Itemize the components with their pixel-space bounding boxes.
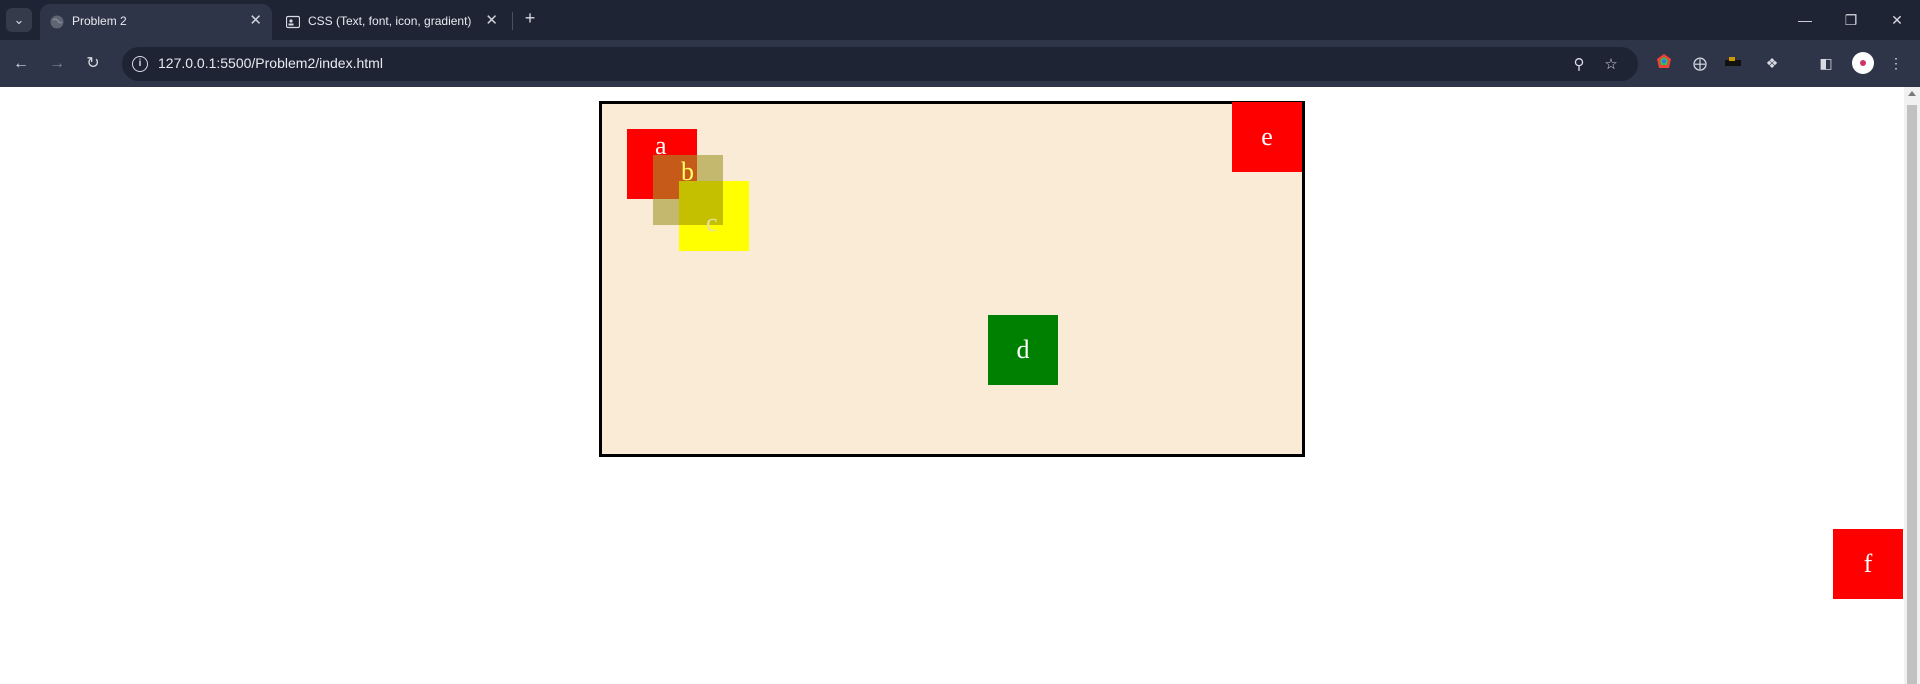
- side-panel-icon[interactable]: ◧: [1816, 53, 1836, 73]
- address-bar[interactable]: i 127.0.0.1:5500/Problem2/index.html ⚲ ☆: [122, 47, 1638, 81]
- tab-css-text-font[interactable]: CSS (Text, font, icon, gradient) ✕: [276, 4, 508, 40]
- vertical-scrollbar[interactable]: [1904, 87, 1920, 684]
- tab-title: Problem 2: [72, 14, 127, 28]
- url-text[interactable]: 127.0.0.1:5500/Problem2/index.html: [158, 55, 383, 71]
- page-viewport: a b c d e f: [0, 87, 1920, 684]
- minimize-icon: —: [1798, 12, 1812, 28]
- star-icon[interactable]: ☆: [1602, 56, 1620, 74]
- restore-button[interactable]: ❐: [1836, 8, 1866, 32]
- arrow-left-icon: ←: [13, 55, 29, 72]
- compass-icon[interactable]: ⨁: [1690, 53, 1710, 73]
- puzzle-icon[interactable]: ❖: [1762, 53, 1782, 73]
- browser-toolbar: ← → ↻ i 127.0.0.1:5500/Problem2/index.ht…: [0, 40, 1920, 87]
- zoom-icon[interactable]: ⚲: [1570, 56, 1588, 74]
- new-tab-button[interactable]: +: [520, 9, 540, 29]
- tab-problem-2[interactable]: Problem 2 ✕: [40, 4, 272, 40]
- container-box: a b c d e: [599, 101, 1305, 457]
- back-button[interactable]: ←: [8, 51, 34, 77]
- close-icon[interactable]: ✕: [485, 12, 498, 30]
- tab-title: CSS (Text, font, icon, gradient): [308, 14, 472, 28]
- box-f: f: [1833, 529, 1903, 599]
- close-icon[interactable]: ✕: [249, 12, 262, 30]
- extension-icon-dark[interactable]: [1724, 53, 1744, 73]
- color-extension-icon[interactable]: [1654, 53, 1674, 73]
- avatar[interactable]: [1852, 52, 1874, 74]
- plus-icon: +: [524, 8, 536, 28]
- close-window-button[interactable]: ✕: [1882, 8, 1912, 32]
- restore-icon: ❐: [1844, 12, 1858, 28]
- reload-icon: ↻: [86, 55, 100, 72]
- globe-icon: [50, 15, 64, 29]
- scroll-thumb[interactable]: [1907, 105, 1917, 684]
- chevron-down-icon: ⌄: [13, 12, 25, 27]
- tab-strip: ⌄ Problem 2 ✕ CSS (Text, font, icon, gra…: [0, 0, 1920, 40]
- reload-button[interactable]: ↻: [80, 51, 106, 77]
- arrow-right-icon: →: [49, 55, 65, 72]
- close-icon: ✕: [1891, 12, 1903, 28]
- scroll-up-arrow-icon[interactable]: [1908, 91, 1916, 96]
- tab-search-button[interactable]: ⌄: [6, 8, 32, 32]
- kebab-menu-icon[interactable]: ⋮: [1886, 53, 1906, 73]
- contact-card-icon: [286, 15, 300, 29]
- box-e: e: [1232, 102, 1302, 172]
- box-c-label: c: [706, 208, 718, 237]
- box-d: d: [988, 315, 1058, 385]
- info-icon[interactable]: i: [132, 56, 148, 72]
- minimize-button[interactable]: —: [1790, 8, 1820, 32]
- forward-button[interactable]: →: [44, 51, 70, 77]
- tab-separator: [512, 12, 513, 30]
